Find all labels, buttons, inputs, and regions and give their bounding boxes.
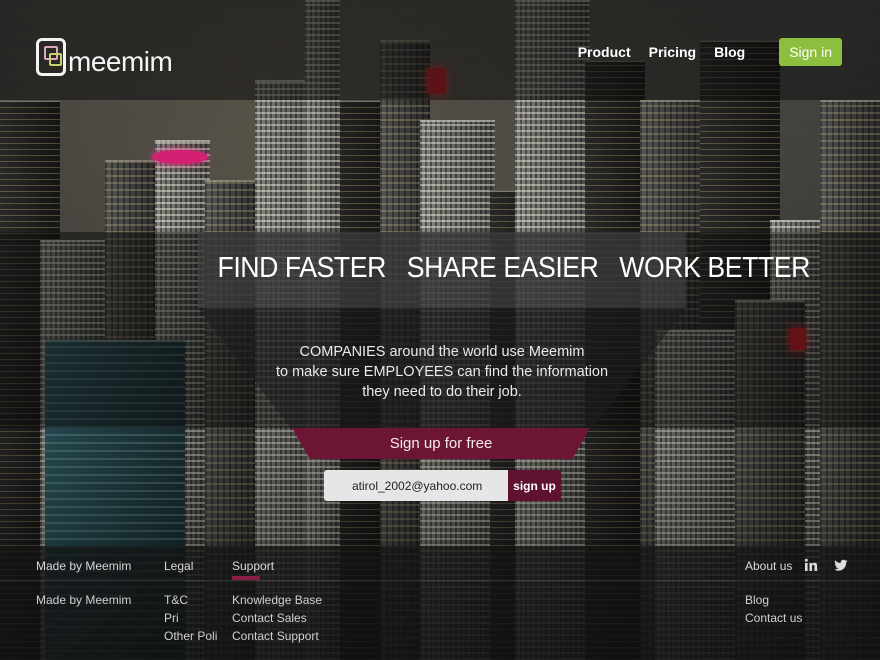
- footer-heading-made-by: Made by Meemim: [36, 559, 132, 573]
- footer-divider: [0, 580, 880, 581]
- footer-heading-support[interactable]: Support: [232, 559, 274, 580]
- footer-heading-about[interactable]: About us: [745, 559, 792, 573]
- twitter-icon[interactable]: [834, 558, 850, 574]
- footer-legal-list: T&C Pri Other Poli: [164, 591, 217, 645]
- footer-link-other-policies[interactable]: Other Poli: [164, 627, 217, 645]
- footer-made-by: Made by Meemim: [36, 591, 131, 609]
- brand-logo[interactable]: meemim: [36, 36, 173, 78]
- footer-link-privacy[interactable]: Pri: [164, 609, 217, 627]
- footer-heading-legal: Legal: [164, 559, 194, 573]
- footer-support-list: Knowledge Base Contact Sales Contact Sup…: [232, 591, 322, 645]
- main-nav: Product Pricing Blog Sign in: [578, 38, 842, 66]
- site-footer: Made by Meemim Made by Meemim Legal T&C …: [0, 546, 880, 660]
- signup-banner: Sign up for free: [292, 428, 590, 459]
- made-by-text: Made by Meemim: [36, 593, 132, 607]
- footer-link-contact-support[interactable]: Contact Support: [232, 627, 322, 645]
- tagline-line: they need to do their job.: [362, 384, 522, 400]
- tagline-line: COMPANIES around the world use Meemim: [299, 344, 585, 360]
- signup-form: sign up: [324, 470, 561, 501]
- tagline-line: to make sure EMPLOYEES can find the info…: [275, 364, 609, 380]
- nav-item-blog[interactable]: Blog: [714, 44, 745, 60]
- logo-text: meemim: [68, 46, 173, 77]
- signup-banner-text: Sign up for free: [389, 435, 493, 452]
- top-header: meemim Product Pricing Blog Sign in: [0, 0, 880, 100]
- email-input[interactable]: [324, 470, 508, 501]
- nav-item-product[interactable]: Product: [578, 44, 631, 60]
- linkedin-icon[interactable]: [804, 558, 820, 574]
- footer-link-contact-sales[interactable]: Contact Sales: [232, 609, 322, 627]
- social-links: [790, 558, 850, 574]
- footer-link-knowledge-base[interactable]: Knowledge Base: [232, 591, 322, 609]
- sign-up-button[interactable]: sign up: [508, 470, 561, 501]
- footer-link-blog[interactable]: Blog: [745, 591, 802, 609]
- sign-in-button[interactable]: Sign in: [779, 38, 842, 66]
- hero-headline: FIND FASTER SHARE EASIER WORK BETTER: [217, 252, 811, 284]
- footer-about-list: Blog Contact us: [745, 591, 802, 627]
- footer-link-tc[interactable]: T&C: [164, 591, 217, 609]
- nav-item-pricing[interactable]: Pricing: [649, 44, 696, 60]
- meemim-logo-icon: [36, 38, 66, 76]
- footer-link-contact-us[interactable]: Contact us: [745, 609, 802, 627]
- hero-tagline: COMPANIES around the world use Meemim to…: [270, 342, 614, 402]
